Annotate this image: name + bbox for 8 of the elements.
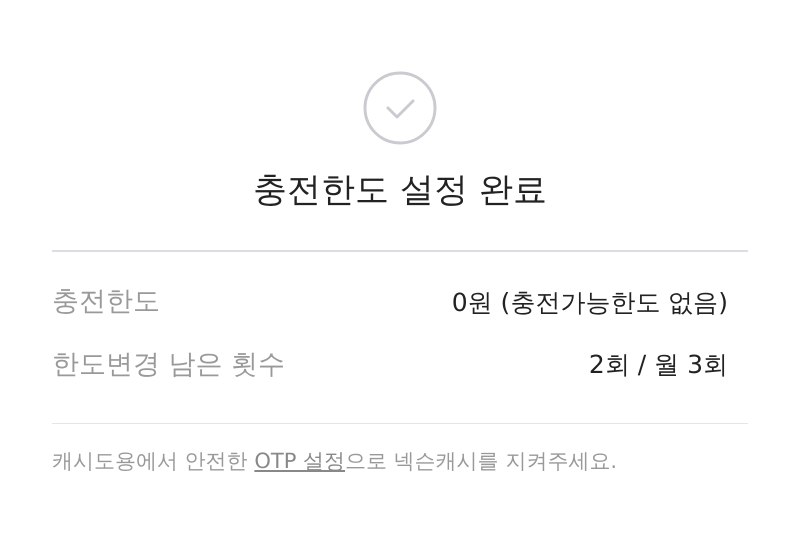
page-title: 충전한도 설정 완료 bbox=[252, 169, 548, 212]
notice-text: 캐시도용에서 안전한 OTP 설정 으로 넥슨캐시를 지켜주세요. bbox=[52, 448, 618, 475]
row-label: 충전한도 bbox=[52, 285, 160, 319]
row-value: 0원 (충전가능한도 없음) bbox=[452, 286, 728, 318]
otp-settings-link[interactable]: OTP 설정 bbox=[254, 449, 346, 473]
row-label: 한도변경 남은 횟수 bbox=[52, 348, 286, 382]
check-circle-icon bbox=[362, 70, 438, 146]
row-value: 2회 / 월 3회 bbox=[588, 349, 728, 381]
